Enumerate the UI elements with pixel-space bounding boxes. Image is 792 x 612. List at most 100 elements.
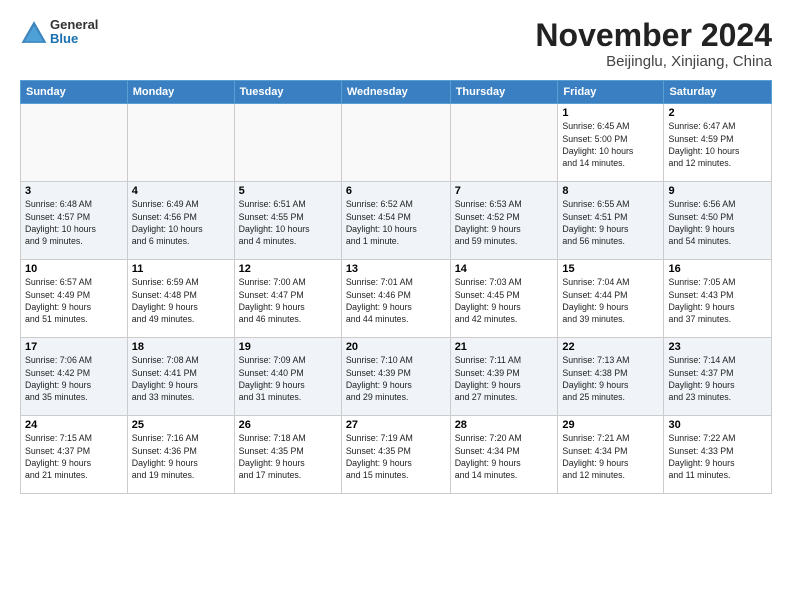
- day-cell: 7Sunrise: 6:53 AM Sunset: 4:52 PM Daylig…: [450, 182, 558, 260]
- day-cell: 6Sunrise: 6:52 AM Sunset: 4:54 PM Daylig…: [341, 182, 450, 260]
- day-info: Sunrise: 7:22 AM Sunset: 4:33 PM Dayligh…: [668, 432, 767, 481]
- day-info: Sunrise: 6:48 AM Sunset: 4:57 PM Dayligh…: [25, 198, 123, 247]
- day-cell: 18Sunrise: 7:08 AM Sunset: 4:41 PM Dayli…: [127, 338, 234, 416]
- location-subtitle: Beijinglu, Xinjiang, China: [535, 53, 772, 70]
- day-number: 5: [239, 185, 337, 197]
- day-info: Sunrise: 7:09 AM Sunset: 4:40 PM Dayligh…: [239, 354, 337, 403]
- day-number: 10: [25, 263, 123, 275]
- day-info: Sunrise: 7:04 AM Sunset: 4:44 PM Dayligh…: [562, 276, 659, 325]
- day-number: 7: [455, 185, 554, 197]
- day-number: 16: [668, 263, 767, 275]
- day-number: 27: [346, 419, 446, 431]
- day-cell: 11Sunrise: 6:59 AM Sunset: 4:48 PM Dayli…: [127, 260, 234, 338]
- day-number: 28: [455, 419, 554, 431]
- title-block: November 2024 Beijinglu, Xinjiang, China: [535, 18, 772, 70]
- day-cell: 17Sunrise: 7:06 AM Sunset: 4:42 PM Dayli…: [21, 338, 128, 416]
- day-cell: 26Sunrise: 7:18 AM Sunset: 4:35 PM Dayli…: [234, 416, 341, 494]
- logo-text: General Blue: [50, 18, 98, 47]
- col-wednesday: Wednesday: [341, 81, 450, 104]
- day-info: Sunrise: 6:47 AM Sunset: 4:59 PM Dayligh…: [668, 120, 767, 169]
- col-saturday: Saturday: [664, 81, 772, 104]
- week-row-3: 17Sunrise: 7:06 AM Sunset: 4:42 PM Dayli…: [21, 338, 772, 416]
- day-cell: [234, 104, 341, 182]
- day-info: Sunrise: 7:15 AM Sunset: 4:37 PM Dayligh…: [25, 432, 123, 481]
- day-info: Sunrise: 6:49 AM Sunset: 4:56 PM Dayligh…: [132, 198, 230, 247]
- day-info: Sunrise: 6:59 AM Sunset: 4:48 PM Dayligh…: [132, 276, 230, 325]
- day-cell: [341, 104, 450, 182]
- day-number: 4: [132, 185, 230, 197]
- day-number: 29: [562, 419, 659, 431]
- calendar-table: Sunday Monday Tuesday Wednesday Thursday…: [20, 80, 772, 494]
- day-cell: 30Sunrise: 7:22 AM Sunset: 4:33 PM Dayli…: [664, 416, 772, 494]
- day-number: 25: [132, 419, 230, 431]
- day-cell: 4Sunrise: 6:49 AM Sunset: 4:56 PM Daylig…: [127, 182, 234, 260]
- logo-icon: [20, 18, 48, 46]
- day-info: Sunrise: 7:16 AM Sunset: 4:36 PM Dayligh…: [132, 432, 230, 481]
- day-cell: [127, 104, 234, 182]
- day-cell: 27Sunrise: 7:19 AM Sunset: 4:35 PM Dayli…: [341, 416, 450, 494]
- day-info: Sunrise: 6:52 AM Sunset: 4:54 PM Dayligh…: [346, 198, 446, 247]
- day-number: 14: [455, 263, 554, 275]
- day-info: Sunrise: 7:00 AM Sunset: 4:47 PM Dayligh…: [239, 276, 337, 325]
- col-monday: Monday: [127, 81, 234, 104]
- day-number: 12: [239, 263, 337, 275]
- day-info: Sunrise: 7:01 AM Sunset: 4:46 PM Dayligh…: [346, 276, 446, 325]
- day-info: Sunrise: 7:21 AM Sunset: 4:34 PM Dayligh…: [562, 432, 659, 481]
- day-cell: 8Sunrise: 6:55 AM Sunset: 4:51 PM Daylig…: [558, 182, 664, 260]
- day-info: Sunrise: 7:08 AM Sunset: 4:41 PM Dayligh…: [132, 354, 230, 403]
- day-number: 2: [668, 107, 767, 119]
- day-cell: 29Sunrise: 7:21 AM Sunset: 4:34 PM Dayli…: [558, 416, 664, 494]
- day-cell: [21, 104, 128, 182]
- logo: General Blue: [20, 18, 98, 47]
- day-cell: 5Sunrise: 6:51 AM Sunset: 4:55 PM Daylig…: [234, 182, 341, 260]
- day-number: 24: [25, 419, 123, 431]
- col-sunday: Sunday: [21, 81, 128, 104]
- day-info: Sunrise: 7:18 AM Sunset: 4:35 PM Dayligh…: [239, 432, 337, 481]
- day-number: 30: [668, 419, 767, 431]
- day-number: 22: [562, 341, 659, 353]
- day-cell: 24Sunrise: 7:15 AM Sunset: 4:37 PM Dayli…: [21, 416, 128, 494]
- day-info: Sunrise: 7:19 AM Sunset: 4:35 PM Dayligh…: [346, 432, 446, 481]
- week-row-0: 1Sunrise: 6:45 AM Sunset: 5:00 PM Daylig…: [21, 104, 772, 182]
- day-info: Sunrise: 7:20 AM Sunset: 4:34 PM Dayligh…: [455, 432, 554, 481]
- month-title: November 2024: [535, 18, 772, 53]
- day-number: 9: [668, 185, 767, 197]
- day-number: 1: [562, 107, 659, 119]
- calendar-body: 1Sunrise: 6:45 AM Sunset: 5:00 PM Daylig…: [21, 104, 772, 494]
- col-thursday: Thursday: [450, 81, 558, 104]
- day-number: 19: [239, 341, 337, 353]
- week-row-4: 24Sunrise: 7:15 AM Sunset: 4:37 PM Dayli…: [21, 416, 772, 494]
- day-cell: 16Sunrise: 7:05 AM Sunset: 4:43 PM Dayli…: [664, 260, 772, 338]
- day-cell: 15Sunrise: 7:04 AM Sunset: 4:44 PM Dayli…: [558, 260, 664, 338]
- day-number: 6: [346, 185, 446, 197]
- day-number: 18: [132, 341, 230, 353]
- day-info: Sunrise: 6:57 AM Sunset: 4:49 PM Dayligh…: [25, 276, 123, 325]
- day-number: 20: [346, 341, 446, 353]
- day-cell: 1Sunrise: 6:45 AM Sunset: 5:00 PM Daylig…: [558, 104, 664, 182]
- day-cell: 25Sunrise: 7:16 AM Sunset: 4:36 PM Dayli…: [127, 416, 234, 494]
- day-number: 17: [25, 341, 123, 353]
- day-number: 3: [25, 185, 123, 197]
- day-cell: 3Sunrise: 6:48 AM Sunset: 4:57 PM Daylig…: [21, 182, 128, 260]
- header-row: Sunday Monday Tuesday Wednesday Thursday…: [21, 81, 772, 104]
- day-number: 15: [562, 263, 659, 275]
- day-info: Sunrise: 7:03 AM Sunset: 4:45 PM Dayligh…: [455, 276, 554, 325]
- day-number: 11: [132, 263, 230, 275]
- logo-blue: Blue: [50, 32, 98, 46]
- day-cell: 14Sunrise: 7:03 AM Sunset: 4:45 PM Dayli…: [450, 260, 558, 338]
- day-info: Sunrise: 6:51 AM Sunset: 4:55 PM Dayligh…: [239, 198, 337, 247]
- day-info: Sunrise: 7:10 AM Sunset: 4:39 PM Dayligh…: [346, 354, 446, 403]
- col-tuesday: Tuesday: [234, 81, 341, 104]
- day-cell: 9Sunrise: 6:56 AM Sunset: 4:50 PM Daylig…: [664, 182, 772, 260]
- day-info: Sunrise: 6:55 AM Sunset: 4:51 PM Dayligh…: [562, 198, 659, 247]
- week-row-1: 3Sunrise: 6:48 AM Sunset: 4:57 PM Daylig…: [21, 182, 772, 260]
- day-cell: 10Sunrise: 6:57 AM Sunset: 4:49 PM Dayli…: [21, 260, 128, 338]
- page: General Blue November 2024 Beijinglu, Xi…: [0, 0, 792, 612]
- day-cell: 13Sunrise: 7:01 AM Sunset: 4:46 PM Dayli…: [341, 260, 450, 338]
- day-cell: 21Sunrise: 7:11 AM Sunset: 4:39 PM Dayli…: [450, 338, 558, 416]
- day-info: Sunrise: 6:53 AM Sunset: 4:52 PM Dayligh…: [455, 198, 554, 247]
- logo-general: General: [50, 18, 98, 32]
- day-info: Sunrise: 7:06 AM Sunset: 4:42 PM Dayligh…: [25, 354, 123, 403]
- day-info: Sunrise: 7:13 AM Sunset: 4:38 PM Dayligh…: [562, 354, 659, 403]
- day-cell: 28Sunrise: 7:20 AM Sunset: 4:34 PM Dayli…: [450, 416, 558, 494]
